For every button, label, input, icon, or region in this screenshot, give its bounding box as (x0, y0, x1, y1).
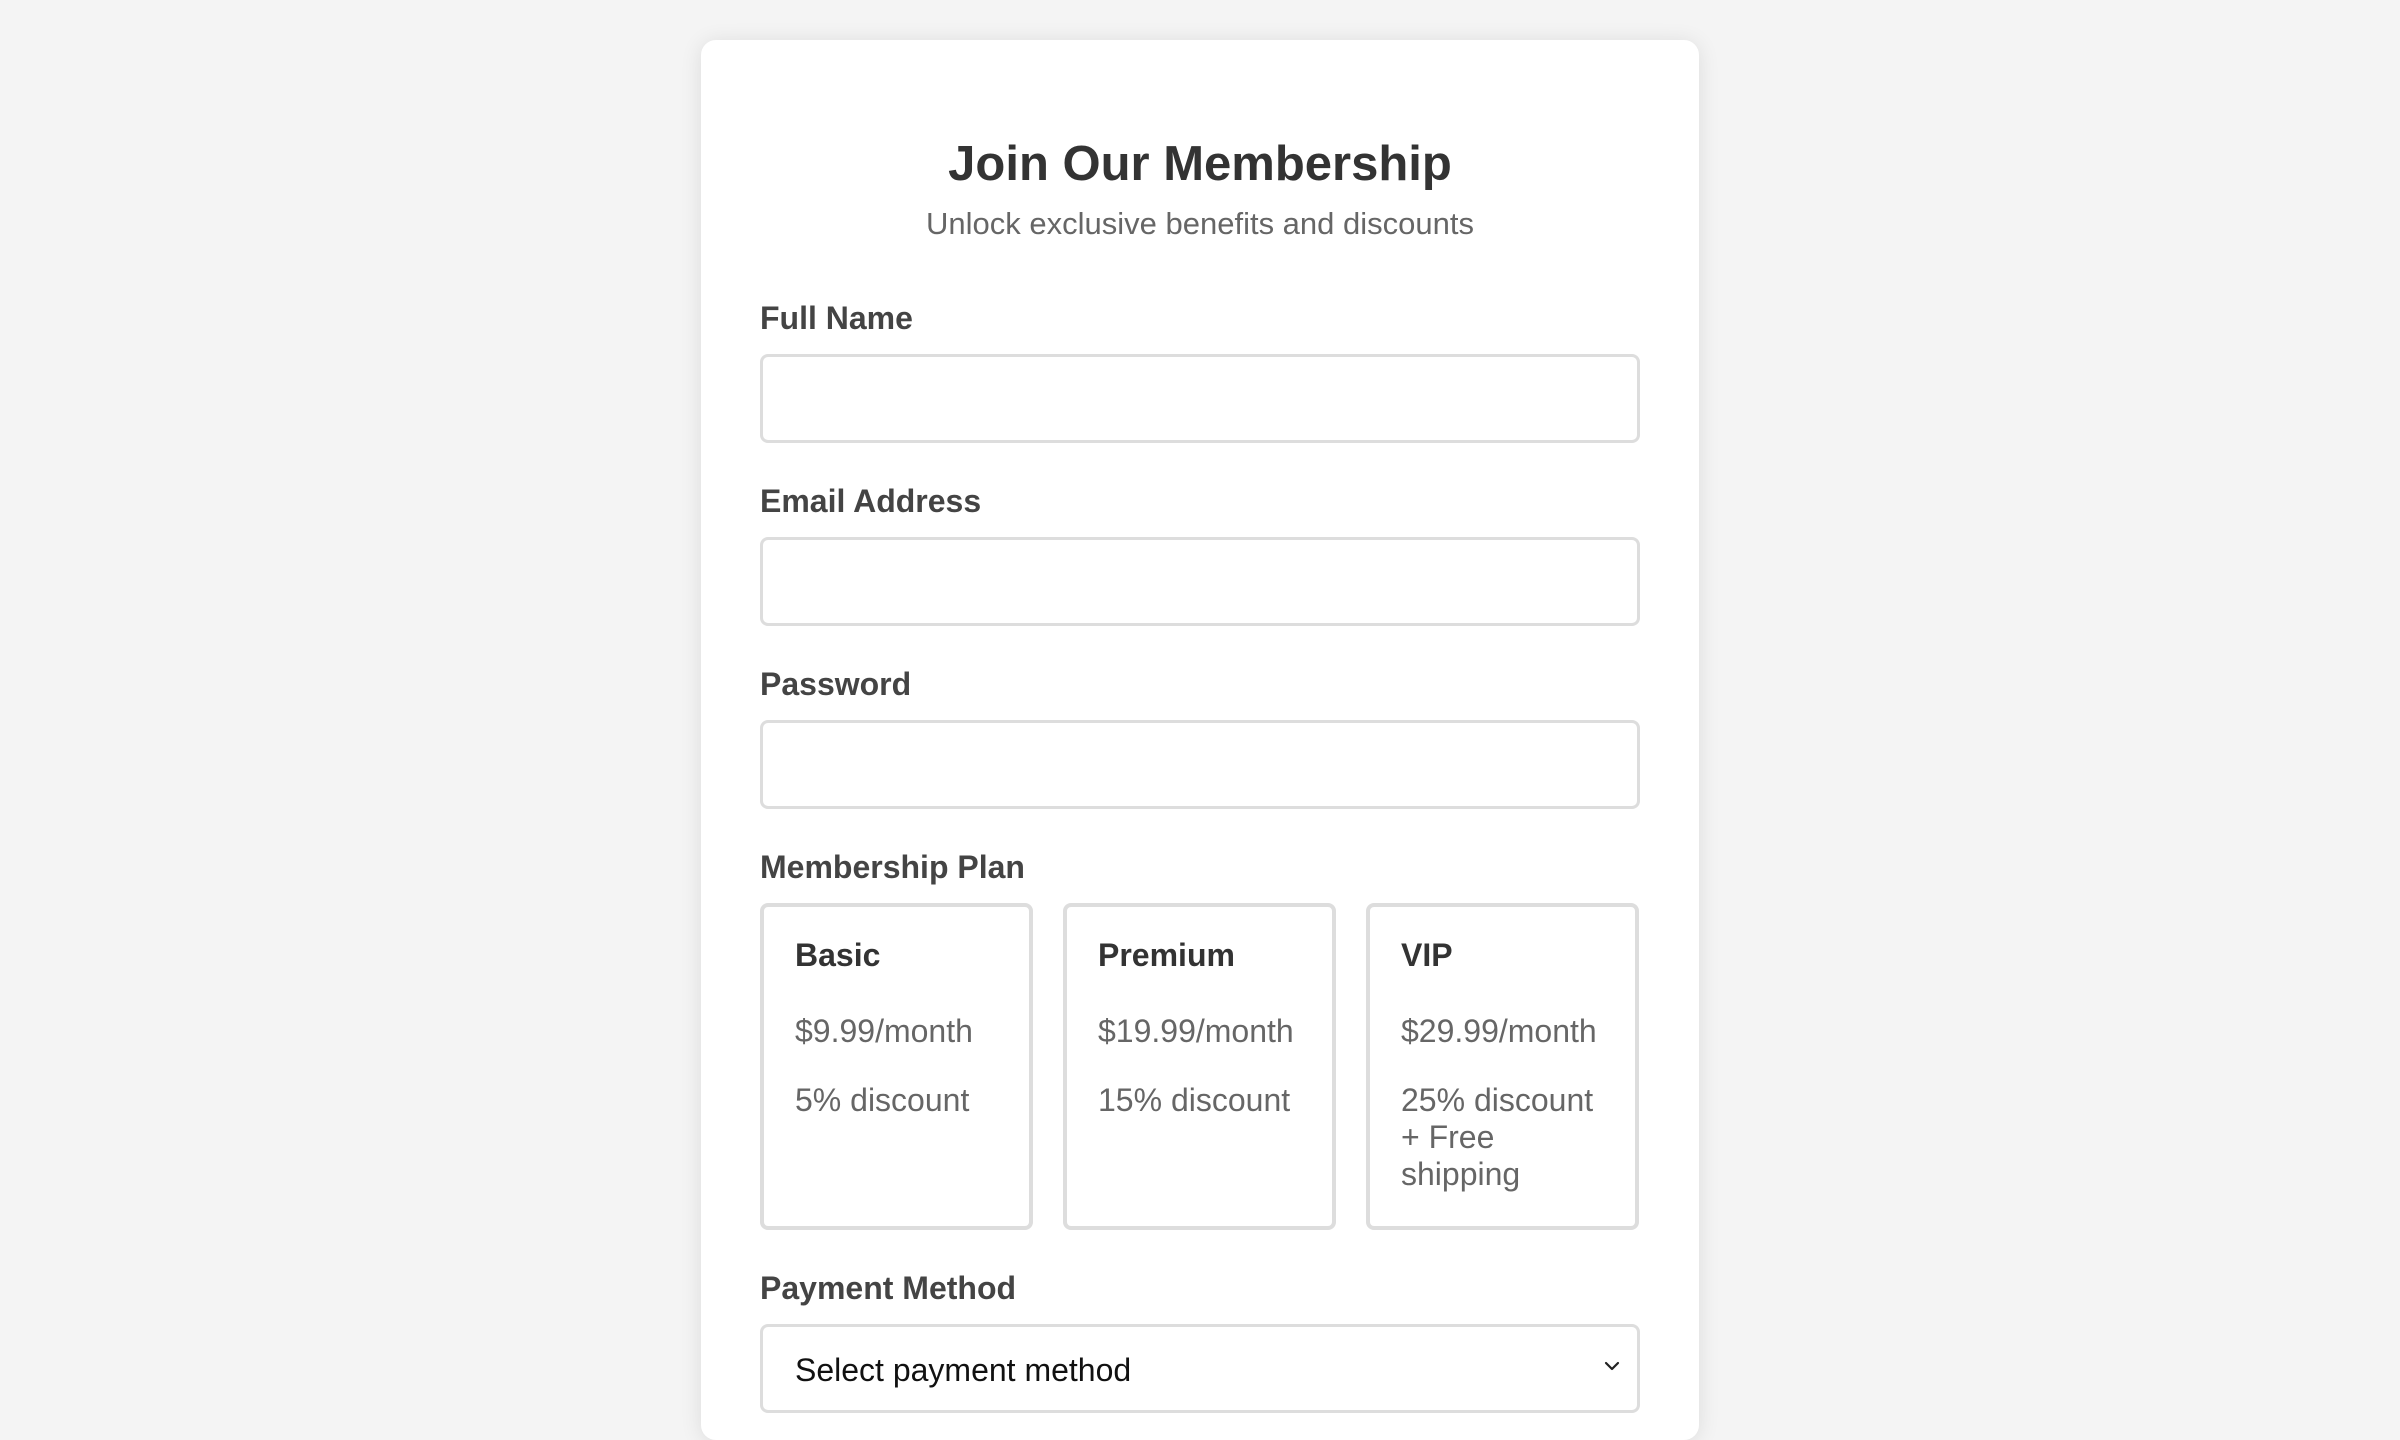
plan-name: Basic (795, 937, 881, 973)
plan-option-basic[interactable]: Basic $9.99/month 5% discount (760, 903, 1033, 1230)
plan-discount: 15% discount (1098, 1082, 1291, 1118)
payment-method-selected-value: Select payment method (795, 1352, 1132, 1388)
payment-method-label: Payment Method (760, 1270, 1017, 1306)
full-name-label: Full Name (760, 300, 913, 336)
payment-method-select[interactable]: Select payment method (760, 1324, 1640, 1413)
membership-form-card: Join Our Membership Unlock exclusive ben… (701, 40, 1699, 1440)
plan-price: $9.99/month (795, 1013, 973, 1049)
plan-name: Premium (1098, 937, 1235, 973)
plan-discount: 25% discount + Free shipping (1401, 1082, 1594, 1192)
plan-price: $29.99/month (1401, 1013, 1597, 1049)
chevron-down-icon (1604, 1361, 1620, 1371)
password-input[interactable] (760, 720, 1640, 809)
membership-plan-label: Membership Plan (760, 849, 1025, 885)
plan-option-vip[interactable]: VIP $29.99/month 25% discount + Free shi… (1366, 903, 1639, 1230)
password-label: Password (760, 666, 912, 702)
form-subtitle: Unlock exclusive benefits and discounts (926, 206, 1474, 241)
plan-discount: 5% discount (795, 1082, 970, 1118)
form-title: Join Our Membership (948, 137, 1452, 191)
plan-option-premium[interactable]: Premium $19.99/month 15% discount (1063, 903, 1336, 1230)
full-name-input[interactable] (760, 354, 1640, 443)
plan-price: $19.99/month (1098, 1013, 1294, 1049)
email-input[interactable] (760, 537, 1640, 626)
plan-name: VIP (1401, 937, 1453, 973)
membership-plan-options: Basic $9.99/month 5% discount Premium $1… (760, 903, 1640, 1230)
email-label: Email Address (760, 483, 982, 519)
